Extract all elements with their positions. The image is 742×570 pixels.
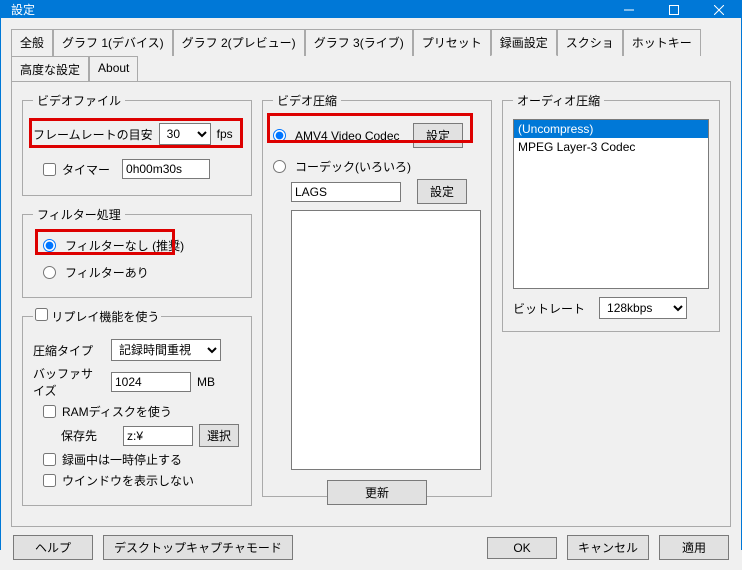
codec-misc-radio[interactable] <box>273 160 286 173</box>
replay-enable-checkbox[interactable] <box>35 308 48 321</box>
filter-some-label: フィルターあり <box>65 264 149 281</box>
amv4-settings-button[interactable]: 設定 <box>413 123 463 148</box>
audio-item-mpeg[interactable]: MPEG Layer-3 Codec <box>514 138 708 156</box>
compress-type-select[interactable]: 記録時間重視 <box>111 339 221 361</box>
ramdisk-checkbox[interactable] <box>43 405 56 418</box>
audio-compress-group: オーディオ圧縮 (Uncompress) MPEG Layer-3 Codec … <box>502 92 720 332</box>
audio-item-uncompress[interactable]: (Uncompress) <box>514 120 708 138</box>
help-button[interactable]: ヘルプ <box>13 535 93 560</box>
tab-panel: ビデオファイル フレームレートの目安 30 fps タイマー <box>11 81 731 527</box>
timer-checkbox[interactable] <box>43 163 56 176</box>
timer-input[interactable] <box>122 159 210 179</box>
filter-legend: フィルター処理 <box>33 206 125 223</box>
pause-while-recording-checkbox[interactable] <box>43 453 56 466</box>
tab-advanced[interactable]: 高度な設定 <box>11 56 89 82</box>
tab-graph2[interactable]: グラフ 2(プレビュー) <box>173 29 305 56</box>
hide-window-checkbox[interactable] <box>43 474 56 487</box>
left-column: ビデオファイル フレームレートの目安 30 fps タイマー <box>22 92 252 516</box>
video-file-group: ビデオファイル フレームレートの目安 30 fps タイマー <box>22 92 252 196</box>
settings-window: 設定 全般 グラフ 1(デバイス) グラフ 2(プレビュー) グラフ 3(ライブ… <box>0 0 742 550</box>
tab-preset[interactable]: プリセット <box>413 29 491 56</box>
tab-record-settings[interactable]: 録画設定 <box>491 29 557 56</box>
tab-strip: 全般 グラフ 1(デバイス) グラフ 2(プレビュー) グラフ 3(ライブ) プ… <box>11 28 731 81</box>
buffer-input[interactable] <box>111 372 191 392</box>
hide-window-label: ウインドウを表示しない <box>62 472 194 489</box>
tab-graph1[interactable]: グラフ 1(デバイス) <box>53 29 173 56</box>
codec-list-area[interactable] <box>291 210 481 470</box>
right-column: オーディオ圧縮 (Uncompress) MPEG Layer-3 Codec … <box>502 92 720 516</box>
ok-button[interactable]: OK <box>487 537 557 559</box>
titlebar: 設定 <box>1 1 741 18</box>
audio-compress-listbox[interactable]: (Uncompress) MPEG Layer-3 Codec <box>513 119 709 289</box>
cancel-button[interactable]: キャンセル <box>567 535 649 560</box>
video-compress-legend: ビデオ圧縮 <box>273 92 341 109</box>
tab-graph3[interactable]: グラフ 3(ライブ) <box>305 29 413 56</box>
desktop-capture-mode-button[interactable]: デスクトップキャプチャモード <box>103 535 293 560</box>
video-file-legend: ビデオファイル <box>33 92 125 109</box>
buffer-unit: MB <box>197 375 215 389</box>
framerate-select[interactable]: 30 <box>159 123 211 145</box>
framerate-unit: fps <box>217 127 233 141</box>
ramdisk-label: RAMディスクを使う <box>62 403 172 420</box>
window-controls <box>606 1 741 18</box>
save-dest-label: 保存先 <box>61 427 117 444</box>
filter-some-radio[interactable] <box>43 266 56 279</box>
maximize-button[interactable] <box>651 1 696 18</box>
bitrate-label: ビットレート <box>513 300 585 317</box>
close-button[interactable] <box>696 1 741 18</box>
framerate-label: フレームレートの目安 <box>33 126 153 143</box>
codec-misc-label: コーデック(いろいろ) <box>295 158 411 175</box>
codec-input[interactable] <box>291 182 401 202</box>
replay-group: リプレイ機能を使う 圧縮タイプ 記録時間重視 バッファサイズ MB <box>22 308 252 506</box>
filter-group: フィルター処理 フィルターなし (推奨) フィルターあり <box>22 206 252 298</box>
timer-label: タイマー <box>62 161 110 178</box>
tab-about[interactable]: About <box>89 56 138 82</box>
middle-column: ビデオ圧縮 AMV4 Video Codec 設定 コーデック(いろいろ) <box>262 92 492 516</box>
footer-bar: ヘルプ デスクトップキャプチャモード OK キャンセル 適用 <box>1 527 741 570</box>
content-area: 全般 グラフ 1(デバイス) グラフ 2(プレビュー) グラフ 3(ライブ) プ… <box>1 18 741 527</box>
replay-legend: リプレイ機能を使う <box>51 310 159 324</box>
codec-settings-button[interactable]: 設定 <box>417 179 467 204</box>
video-compress-update-button[interactable]: 更新 <box>327 480 427 505</box>
minimize-button[interactable] <box>606 1 651 18</box>
video-compress-group: ビデオ圧縮 AMV4 Video Codec 設定 コーデック(いろいろ) <box>262 92 492 497</box>
audio-compress-legend: オーディオ圧縮 <box>513 92 604 109</box>
tab-general[interactable]: 全般 <box>11 29 53 56</box>
filter-none-radio[interactable] <box>43 239 56 252</box>
pause-while-recording-label: 録画中は一時停止する <box>62 451 182 468</box>
bitrate-select[interactable]: 128kbps <box>599 297 687 319</box>
amv4-label: AMV4 Video Codec <box>295 129 407 143</box>
amv4-radio[interactable] <box>273 129 286 142</box>
apply-button[interactable]: 適用 <box>659 535 729 560</box>
tab-hotkey[interactable]: ホットキー <box>623 29 701 56</box>
compress-type-label: 圧縮タイプ <box>33 342 105 359</box>
tab-screenshot[interactable]: スクショ <box>557 29 623 56</box>
buffer-label: バッファサイズ <box>33 365 105 399</box>
save-dest-input[interactable] <box>123 426 193 446</box>
save-dest-select-button[interactable]: 選択 <box>199 424 239 447</box>
filter-none-label: フィルターなし (推奨) <box>65 237 184 254</box>
window-title: 設定 <box>11 1 606 18</box>
